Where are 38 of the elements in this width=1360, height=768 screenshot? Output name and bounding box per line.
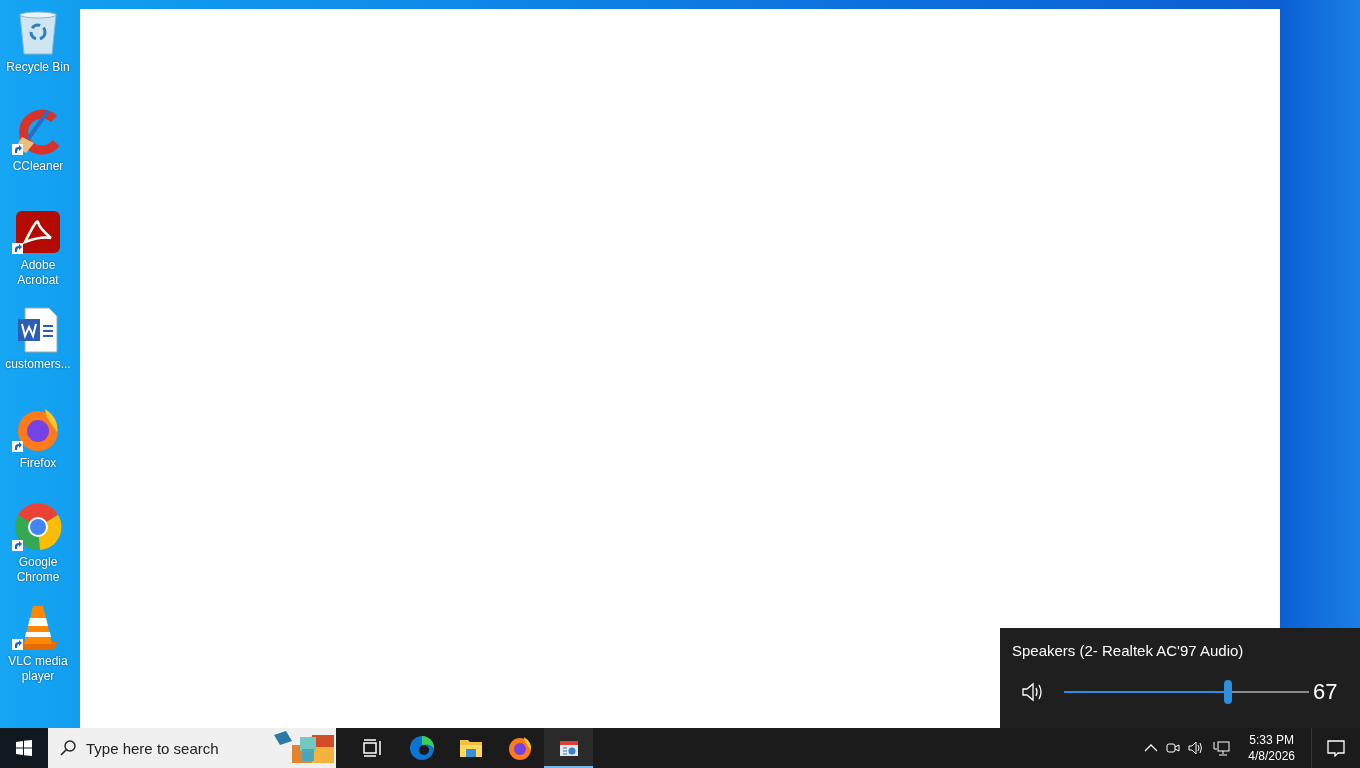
windows-logo-icon [16,740,32,756]
volume-slider[interactable] [1064,680,1309,704]
volume-reading: 67 [1313,679,1338,705]
shortcut-arrow-icon [12,441,23,452]
clock-time[interactable]: 5:33 PM [1249,732,1294,748]
shortcut-arrow-icon [12,639,23,650]
start-button[interactable] [0,728,48,768]
word-document-icon [17,307,59,353]
calendar-icon[interactable] [558,739,579,757]
icon-label: Recycle Bin [5,60,71,75]
shortcut-arrow-icon [12,144,23,155]
pdf-app-icon [15,210,61,254]
search-icon [60,740,76,756]
task-view-icon[interactable] [362,739,383,757]
clock-date[interactable]: 4/8/2026 [1248,748,1295,764]
slider-thumb[interactable] [1224,680,1233,704]
icon-label: Adobe Acrobat [16,258,60,288]
firefox-icon [15,406,61,452]
chrome-icon [14,503,62,551]
icon-label: Firefox [18,456,58,471]
network-icon[interactable] [1213,740,1231,756]
shortcut-arrow-icon [12,540,23,551]
puzzle-icon [272,731,336,765]
camera-icon[interactable] [1166,741,1181,755]
folder-icon[interactable] [458,738,483,758]
icon-label: CCleaner [11,159,65,174]
icon-label: Google Chrome [15,555,61,585]
icon-label: VLC media player [7,654,69,684]
search-field[interactable]: Type here to search [48,728,336,768]
speech-bubble-icon [1327,739,1345,757]
taskbar-button[interactable] [544,728,593,768]
icon-label: customers... [4,357,72,372]
device-name: Speakers (2- Realtek AC'97 Audio) [1012,642,1245,659]
edge-icon[interactable] [408,735,435,761]
firefox-icon[interactable] [506,735,533,761]
shortcut-arrow-icon [12,243,23,254]
chevron-up-icon[interactable] [1144,744,1159,752]
recycle-bin-icon [17,10,59,56]
